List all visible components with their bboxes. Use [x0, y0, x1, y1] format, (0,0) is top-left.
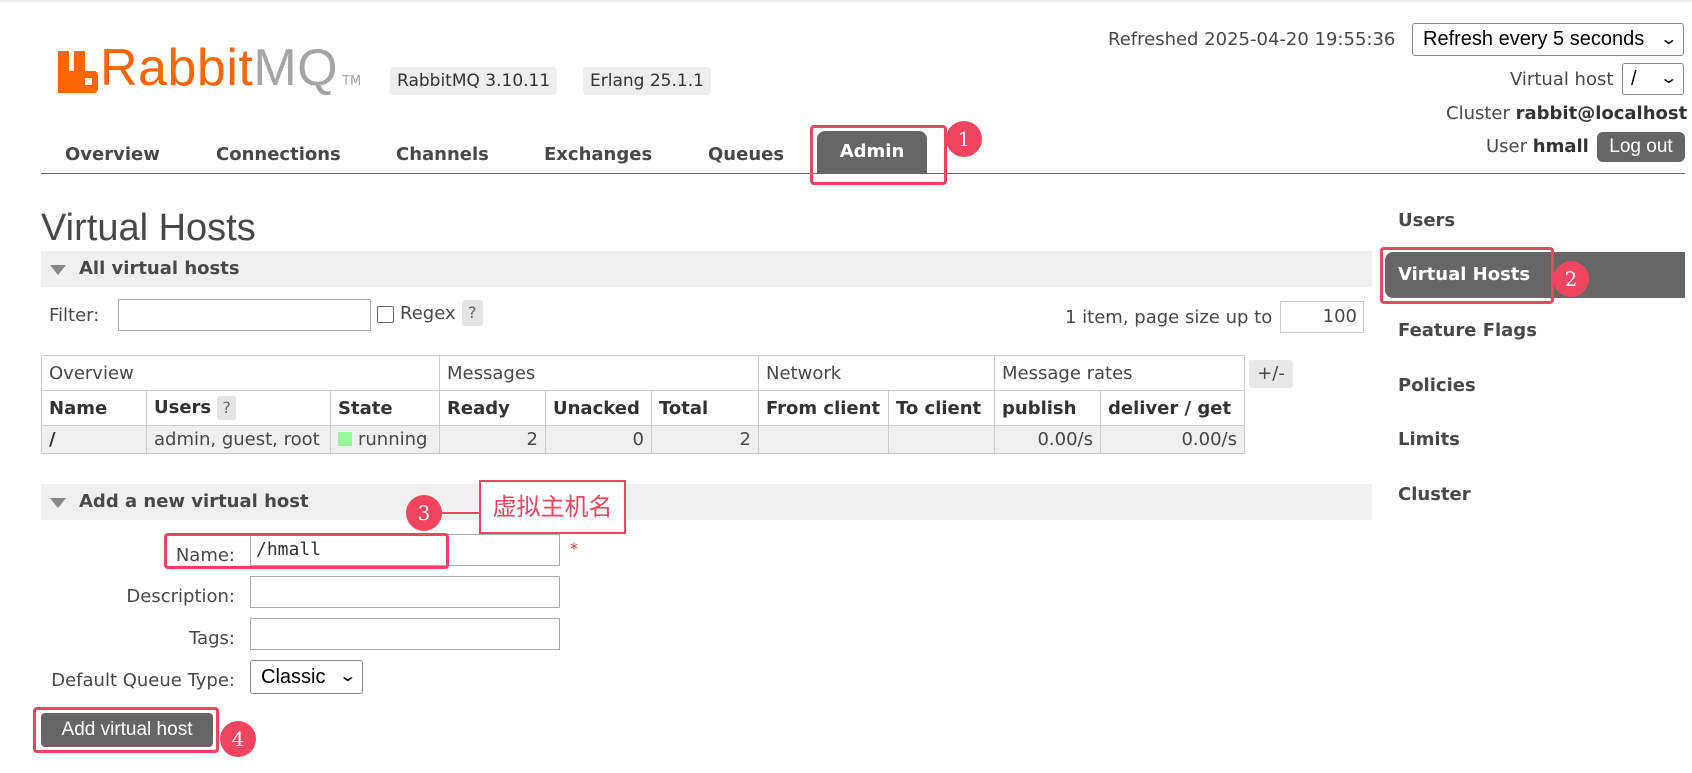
vhost-publish-rate: 0.00/s	[994, 425, 1101, 454]
annotation-highlight-name	[164, 533, 449, 569]
column-group-network: Network	[758, 355, 995, 391]
vhost-deliver-rate: 0.00/s	[1100, 425, 1245, 454]
cluster-name: rabbit@localhost	[1515, 103, 1688, 124]
sidebar-item-users[interactable]: Users	[1398, 206, 1455, 236]
annotation-connector	[442, 512, 480, 514]
tab-channels[interactable]: Channels	[396, 137, 489, 173]
logout-button[interactable]: Log out	[1597, 132, 1685, 162]
section-title: All virtual hosts	[79, 258, 240, 279]
required-marker: *	[570, 539, 578, 558]
username: hmall	[1532, 136, 1589, 157]
virtual-host-label: Virtual host	[1510, 69, 1614, 90]
column-header-name[interactable]: Name	[41, 390, 147, 426]
section-title: Add a new virtual host	[79, 491, 309, 512]
regex-label: Regex	[400, 303, 456, 324]
vhost-unacked: 0	[545, 425, 652, 454]
default-queue-type-label: Default Queue Type:	[51, 670, 235, 691]
filter-input[interactable]	[118, 299, 371, 331]
column-group-overview: Overview	[41, 355, 440, 391]
rabbitmq-logo-icon	[58, 51, 98, 93]
sidebar-item-cluster[interactable]: Cluster	[1398, 480, 1471, 510]
annotation-highlight-add-button	[33, 707, 219, 753]
column-header-state[interactable]: State	[330, 390, 440, 426]
sidebar-item-policies[interactable]: Policies	[1398, 371, 1476, 401]
tab-queues[interactable]: Queues	[708, 137, 784, 173]
sidebar-item-limits[interactable]: Limits	[1398, 425, 1460, 455]
regex-checkbox[interactable]	[377, 306, 394, 323]
vhost-total: 2	[651, 425, 759, 454]
pagination-info: 1 item, page size up to	[1065, 307, 1273, 328]
annotation-highlight-admin	[810, 125, 947, 185]
column-header-to-client[interactable]: To client	[888, 390, 995, 426]
column-group-message-rates: Message rates	[994, 355, 1245, 391]
vhost-users: admin, guest, root	[146, 425, 331, 454]
column-header-ready[interactable]: Ready	[439, 390, 546, 426]
user-info: User hmall	[1486, 136, 1589, 157]
page-title: Virtual Hosts	[41, 207, 256, 249]
description-label: Description:	[126, 586, 235, 607]
regex-help-button[interactable]: ?	[462, 300, 483, 326]
annotation-step-4: 4	[220, 721, 256, 757]
tab-exchanges[interactable]: Exchanges	[544, 137, 652, 173]
rabbitmq-version-badge: RabbitMQ 3.10.11	[390, 67, 558, 95]
column-header-publish[interactable]: publish	[994, 390, 1101, 426]
chevron-down-icon: ⌄	[337, 668, 357, 685]
annotation-step-3: 3	[406, 495, 442, 531]
column-header-total[interactable]: Total	[651, 390, 759, 426]
description-input[interactable]	[250, 576, 560, 608]
virtual-hosts-table: Overview Messages Network Message rates …	[41, 355, 1245, 454]
annotation-note: 虚拟主机名	[479, 480, 626, 534]
tab-overview[interactable]: Overview	[65, 137, 160, 173]
top-border	[0, 0, 1692, 2]
tags-label: Tags:	[189, 628, 235, 649]
cluster-info: Cluster rabbit@localhost	[1446, 103, 1688, 124]
collapse-triangle-icon	[50, 265, 66, 275]
users-help-button[interactable]: ?	[217, 396, 236, 420]
tab-connections[interactable]: Connections	[216, 137, 341, 173]
page-size-input[interactable]: 100	[1280, 301, 1364, 333]
add-virtual-host-section[interactable]: Add a new virtual host	[41, 484, 1372, 520]
annotation-step-1: 1	[946, 121, 982, 157]
chevron-down-icon: ⌄	[1658, 70, 1678, 87]
vhost-to-client	[888, 425, 995, 454]
filter-label: Filter:	[49, 305, 100, 326]
column-header-from-client[interactable]: From client	[758, 390, 889, 426]
column-header-users[interactable]: Users ?	[146, 390, 331, 426]
vhost-from-client	[758, 425, 889, 454]
refresh-interval-select[interactable]: Refresh every 5 seconds ⌄	[1412, 23, 1684, 56]
chevron-down-icon: ⌄	[1658, 31, 1678, 48]
vhost-state: running	[330, 425, 440, 454]
sidebar-item-feature-flags[interactable]: Feature Flags	[1398, 316, 1537, 346]
vhost-name-link[interactable]: /	[41, 425, 147, 454]
collapse-triangle-icon	[50, 498, 66, 508]
default-queue-type-select[interactable]: Classic ⌄	[250, 660, 363, 694]
refreshed-timestamp: Refreshed 2025-04-20 19:55:36	[1108, 29, 1396, 50]
vhost-ready: 2	[439, 425, 546, 454]
virtual-host-select[interactable]: / ⌄	[1622, 63, 1684, 95]
column-header-deliver-get[interactable]: deliver / get	[1100, 390, 1245, 426]
annotation-step-2: 2	[1553, 261, 1589, 297]
logo-wordmark: RabbitMQ	[100, 39, 339, 97]
column-header-unacked[interactable]: Unacked	[545, 390, 652, 426]
all-virtual-hosts-section[interactable]: All virtual hosts	[41, 251, 1372, 287]
running-status-icon	[338, 431, 352, 446]
column-group-messages: Messages	[439, 355, 759, 391]
rabbitmq-logo[interactable]: RabbitMQ TM	[58, 39, 362, 97]
annotation-highlight-virtual-hosts	[1380, 247, 1554, 304]
toggle-columns-button[interactable]: +/-	[1249, 360, 1293, 388]
table-row[interactable]: / admin, guest, root running 2 0 2 0.00/…	[41, 425, 1245, 454]
logo-trademark: TM	[342, 74, 362, 89]
tags-input[interactable]	[250, 618, 560, 650]
erlang-version-badge: Erlang 25.1.1	[583, 67, 711, 95]
